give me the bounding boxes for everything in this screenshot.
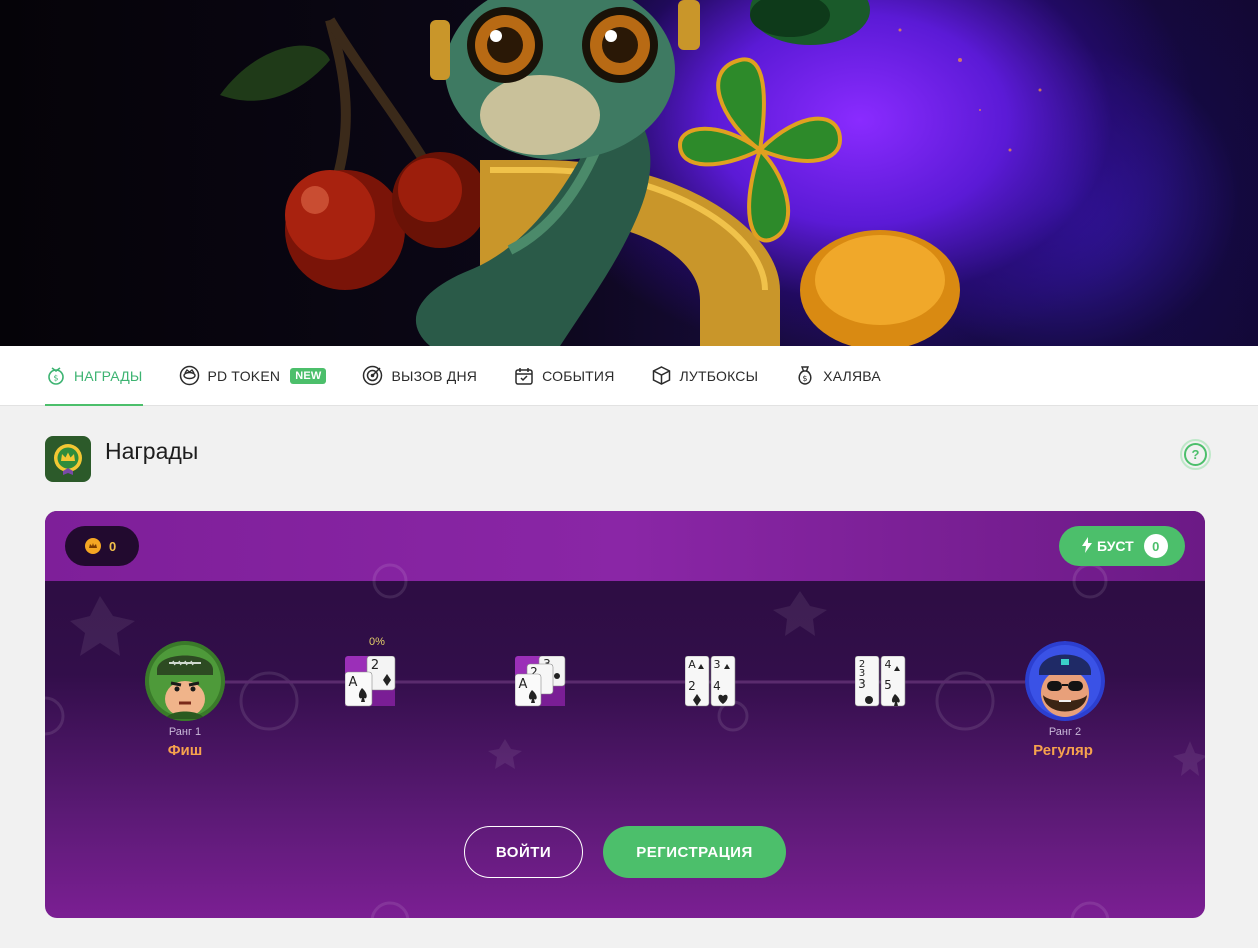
rewards-crown-icon [45, 436, 91, 482]
svg-text:2: 2 [371, 658, 379, 673]
tab-label: ЛУТБОКСЫ [679, 367, 759, 384]
tab-events[interactable]: СОБЫТИЯ [513, 346, 614, 406]
reward-step-1: 2 A [345, 656, 396, 707]
tab-label: PD TOKEN [207, 367, 281, 384]
login-button[interactable]: ВОЙТИ [464, 826, 583, 878]
calendar-icon [513, 365, 534, 386]
svg-text:$: $ [53, 373, 58, 382]
tab-label: ВЫЗОВ ДНЯ [391, 367, 478, 384]
question-icon: ? [1184, 443, 1207, 466]
progress-percent: 0% [369, 636, 385, 648]
register-button[interactable]: РЕГИСТРАЦИЯ [603, 826, 786, 878]
page-title: Награды [105, 438, 199, 464]
svg-text:A: A [519, 677, 528, 692]
svg-text:$: $ [802, 374, 807, 383]
svg-text:2: 2 [688, 679, 696, 693]
tab-rewards[interactable]: $ НАГРАДЫ [45, 346, 143, 406]
reward-step-3: A 2 3 4 [685, 656, 736, 707]
svg-text:4: 4 [885, 658, 892, 671]
svg-text:3: 3 [858, 677, 866, 691]
card-ace-icon: A [345, 671, 373, 707]
rank-1-name: Фиш [167, 742, 203, 759]
coin-icon [85, 538, 101, 554]
help-button[interactable]: ? [1180, 439, 1211, 470]
boost-button[interactable]: БУСТ 0 [1059, 526, 1185, 566]
tab-freebies[interactable]: $ ХАЛЯВА [794, 346, 881, 406]
promo-banner[interactable] [0, 0, 1258, 346]
svg-text:A: A [688, 658, 696, 671]
rank-2-name: Регуляр [1033, 742, 1093, 759]
reward-step-4: 2 3 3 4 5 [855, 656, 906, 707]
tab-label: ХАЛЯВА [823, 367, 881, 384]
box-icon [651, 365, 672, 386]
avatar-rank-2 [1025, 641, 1105, 721]
svg-text:4: 4 [713, 679, 721, 693]
lightning-icon [1081, 536, 1093, 556]
svg-text:3: 3 [714, 658, 721, 671]
new-badge: NEW [290, 367, 327, 384]
tab-label: НАГРАДЫ [74, 367, 143, 384]
svg-text:A: A [349, 675, 358, 690]
boost-count: 0 [1143, 534, 1168, 558]
tab-label: СОБЫТИЯ [542, 367, 615, 384]
tab-daily-challenge[interactable]: ВЫЗОВ ДНЯ [362, 346, 477, 406]
coins-balance[interactable]: 0 [65, 526, 139, 566]
boost-label: БУСТ [1097, 538, 1134, 554]
target-icon [362, 365, 383, 386]
token-icon [179, 365, 200, 386]
reward-step-2: 3 2 A [515, 656, 566, 707]
rewards-progress-card: 0 БУСТ 0 Ранг 1 Фиш Ранг 2 Регуляр 0% 2 … [45, 511, 1205, 918]
banner-illustration [220, 0, 1042, 346]
money-bag-icon: $ [794, 365, 815, 386]
medal-icon: $ [45, 365, 66, 386]
rank-1-label: Ранг 1 [168, 726, 202, 738]
avatar-rank-1 [145, 641, 225, 721]
rewards-tabs: $ НАГРАДЫ PD TOKEN NEW ВЫЗОВ ДНЯ СОБЫТИЯ… [0, 346, 1258, 406]
coins-value: 0 [109, 538, 117, 554]
svg-text:5: 5 [884, 678, 892, 692]
tab-pd-token[interactable]: PD TOKEN NEW [179, 346, 327, 406]
rank-2-label: Ранг 2 [1048, 726, 1082, 738]
tab-lootboxes[interactable]: ЛУТБОКСЫ [651, 346, 759, 406]
